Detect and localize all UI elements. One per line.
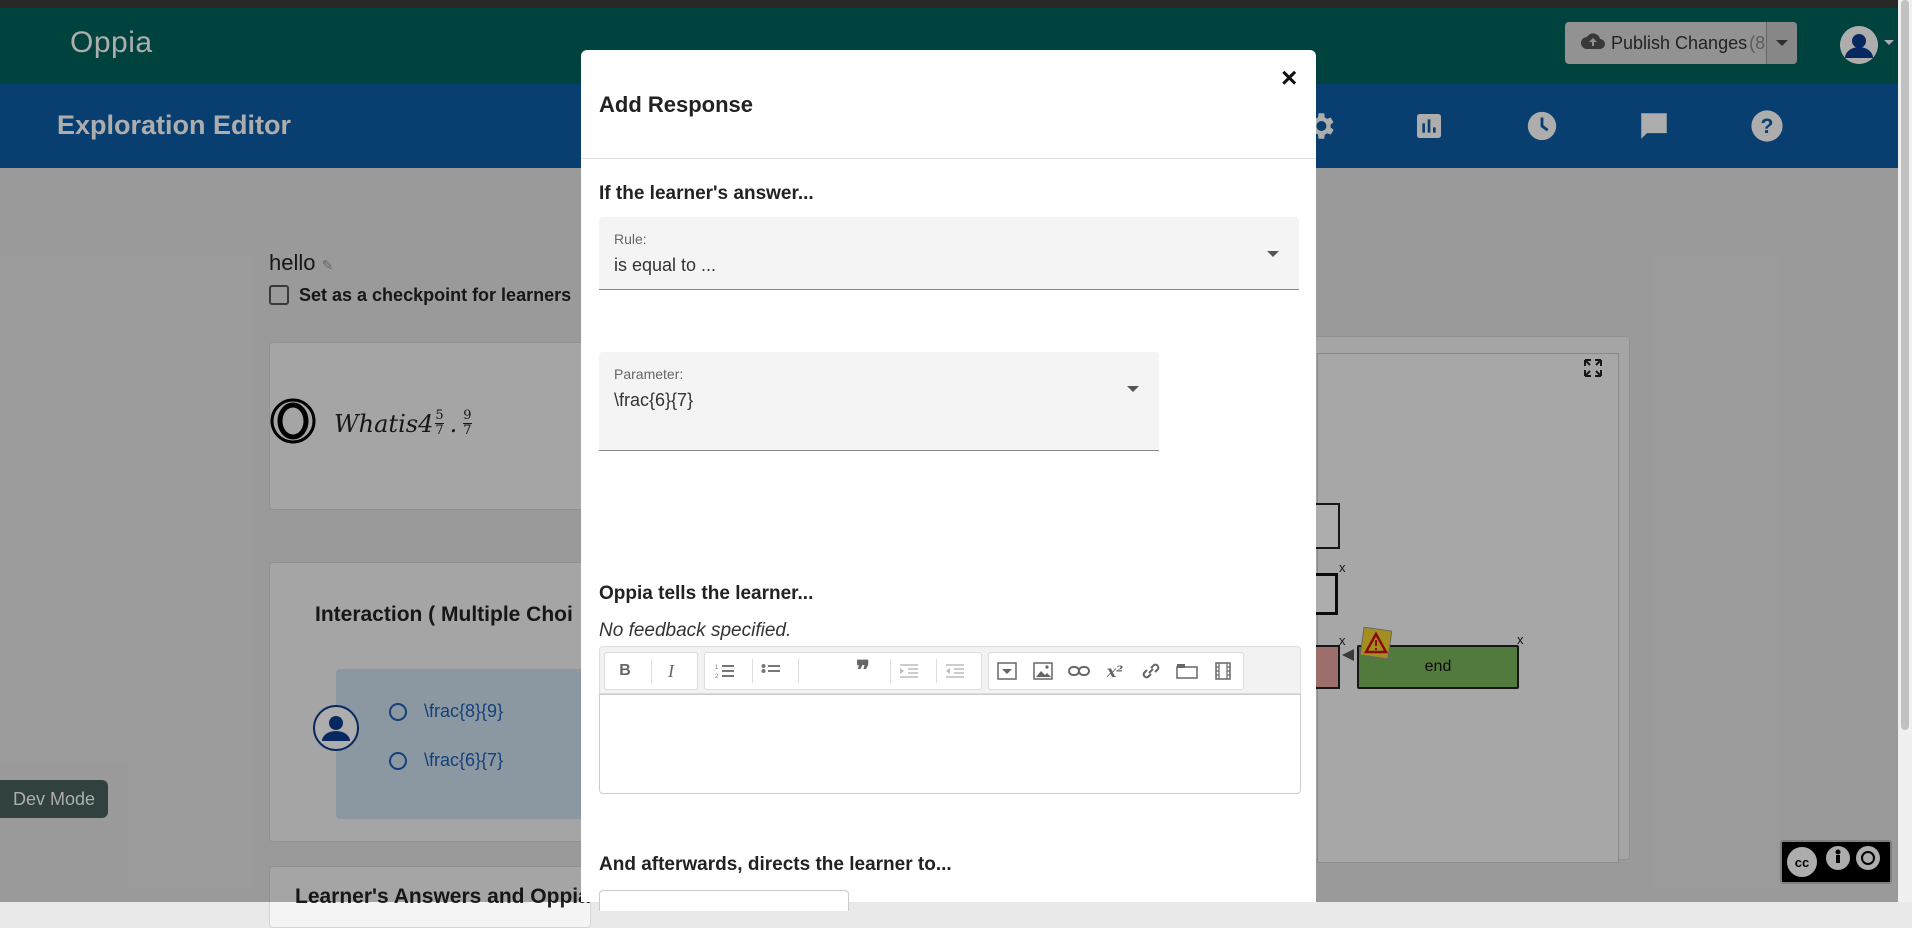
image-icon[interactable]: [1025, 653, 1061, 689]
math-formula-button[interactable]: x²: [1097, 653, 1133, 689]
if-learner-label: If the learner's answer...: [599, 183, 814, 204]
skill-link-icon[interactable]: [1133, 653, 1169, 689]
rule-value: is equal to ...: [614, 255, 717, 275]
parameter-label: Parameter:: [614, 366, 684, 382]
parameter-value: \frac{6}{7}: [614, 390, 694, 410]
rule-select[interactable]: Rule: is equal to ...: [599, 217, 1299, 290]
rule-label: Rule:: [614, 231, 647, 247]
blockquote-icon[interactable]: ❞: [845, 653, 881, 689]
chevron-down-icon: [1267, 251, 1279, 257]
modal-title: Add Response: [599, 92, 754, 117]
afterwards-label: And afterwards, directs the learner to..…: [599, 854, 952, 875]
feedback-editor[interactable]: [599, 694, 1301, 794]
scrollbar-thumb[interactable]: [1901, 0, 1909, 730]
destination-select[interactable]: [599, 890, 849, 911]
page-scrollbar[interactable]: [1898, 0, 1912, 902]
chevron-down-icon: [1127, 386, 1139, 392]
rte-divider: [798, 659, 799, 683]
tabs-icon[interactable]: [1169, 653, 1205, 689]
outdent-icon[interactable]: [937, 653, 973, 689]
add-response-modal: Add Response × If the learner's answer..…: [581, 50, 1316, 911]
pre-format-button[interactable]: [799, 653, 835, 689]
rte-divider: [651, 659, 652, 683]
numbered-list-icon[interactable]: 12: [707, 653, 743, 689]
rte-divider: [890, 659, 891, 683]
close-icon[interactable]: ×: [1281, 62, 1297, 94]
rte-group-components: x²: [988, 652, 1244, 690]
svg-text:2: 2: [715, 674, 719, 679]
indent-icon[interactable]: [891, 653, 927, 689]
rte-divider: [936, 659, 937, 683]
video-icon[interactable]: [1205, 653, 1241, 689]
rte-group-block: 12 ❞: [704, 652, 982, 690]
parameter-select[interactable]: Parameter: \frac{6}{7}: [599, 352, 1159, 451]
oppia-tells-label: Oppia tells the learner...: [599, 583, 814, 604]
link-icon[interactable]: [1061, 653, 1097, 689]
italic-button[interactable]: I: [653, 653, 689, 689]
rte-toolbar: B I 12 ❞ x²: [599, 646, 1301, 694]
svg-text:1: 1: [715, 665, 719, 671]
bold-button[interactable]: B: [607, 653, 643, 689]
rte-group-format: B I: [604, 652, 698, 690]
modal-header-divider: [581, 158, 1316, 159]
no-feedback-text: No feedback specified.: [599, 620, 792, 641]
bulleted-list-icon[interactable]: [753, 653, 789, 689]
collapsible-icon[interactable]: [989, 653, 1025, 689]
rte-divider: [752, 659, 753, 683]
